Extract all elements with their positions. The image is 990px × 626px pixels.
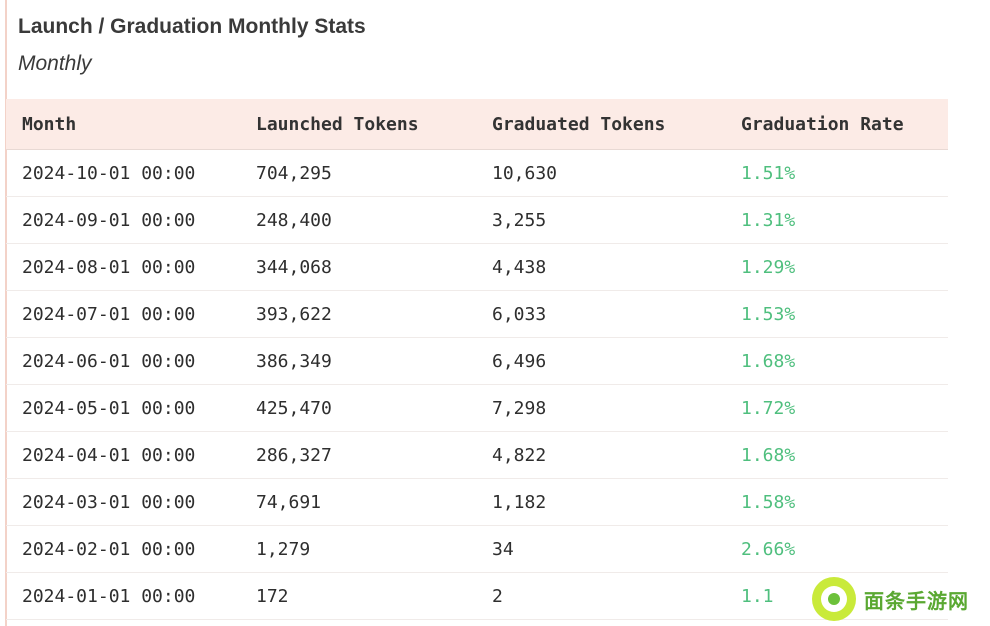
table-row: 2024-04-01 00:00 286,327 4,822 1.68% bbox=[6, 431, 948, 479]
cell-graduated-tokens: 6,033 bbox=[492, 290, 741, 338]
cell-graduated-tokens: 6,496 bbox=[492, 337, 741, 385]
table-row: 2024-09-01 00:00 248,400 3,255 1.31% bbox=[6, 196, 948, 244]
table-row: 2024-10-01 00:00 704,295 10,630 1.51% bbox=[6, 149, 948, 197]
cell-month: 2024-09-01 00:00 bbox=[6, 196, 256, 244]
cell-month: 2024-10-01 00:00 bbox=[6, 149, 256, 197]
table-header-row: Month Launched Tokens Graduated Tokens G… bbox=[6, 99, 948, 150]
table-row: 2024-01-01 00:00 172 2 1.1 bbox=[6, 572, 948, 620]
cell-graduation-rate: 1.68% bbox=[741, 337, 948, 385]
cell-month: 2024-01-01 00:00 bbox=[6, 572, 256, 620]
cell-launched-tokens: 248,400 bbox=[256, 196, 492, 244]
cell-graduated-tokens: 1,182 bbox=[492, 478, 741, 526]
table-row: 2024-03-01 00:00 74,691 1,182 1.58% bbox=[6, 478, 948, 526]
cell-launched-tokens: 704,295 bbox=[256, 149, 492, 197]
cell-launched-tokens: 172 bbox=[256, 572, 492, 620]
noodle-logo-icon bbox=[812, 577, 856, 621]
table-row: 2024-02-01 00:00 1,279 34 2.66% bbox=[6, 525, 948, 573]
cell-graduated-tokens: 4,438 bbox=[492, 243, 741, 291]
cell-launched-tokens: 344,068 bbox=[256, 243, 492, 291]
column-header-graduated-tokens[interactable]: Graduated Tokens bbox=[492, 99, 741, 150]
cell-launched-tokens: 286,327 bbox=[256, 431, 492, 479]
cell-launched-tokens: 1,279 bbox=[256, 525, 492, 573]
site-watermark: 面条手游网 bbox=[812, 576, 982, 622]
cell-month: 2024-04-01 00:00 bbox=[6, 431, 256, 479]
cell-month: 2024-03-01 00:00 bbox=[6, 478, 256, 526]
table-row: 2024-06-01 00:00 386,349 6,496 1.68% bbox=[6, 337, 948, 385]
table-header: Month Launched Tokens Graduated Tokens G… bbox=[6, 99, 948, 150]
cell-graduated-tokens: 3,255 bbox=[492, 196, 741, 244]
cell-graduated-tokens: 7,298 bbox=[492, 384, 741, 432]
table-body: 2024-10-01 00:00 704,295 10,630 1.51% 20… bbox=[6, 149, 948, 620]
cell-graduated-tokens: 4,822 bbox=[492, 431, 741, 479]
stats-table: Month Launched Tokens Graduated Tokens G… bbox=[6, 99, 948, 620]
column-header-graduation-rate[interactable]: Graduation Rate bbox=[741, 99, 948, 150]
cell-graduation-rate: 1.31% bbox=[741, 196, 948, 244]
cell-launched-tokens: 393,622 bbox=[256, 290, 492, 338]
cell-graduation-rate: 1.68% bbox=[741, 431, 948, 479]
column-header-month[interactable]: Month bbox=[6, 99, 256, 150]
cell-month: 2024-02-01 00:00 bbox=[6, 525, 256, 573]
cell-graduation-rate: 1.72% bbox=[741, 384, 948, 432]
cell-graduated-tokens: 34 bbox=[492, 525, 741, 573]
column-header-launched-tokens[interactable]: Launched Tokens bbox=[256, 99, 492, 150]
cell-graduated-tokens: 2 bbox=[492, 572, 741, 620]
cell-graduation-rate: 1.58% bbox=[741, 478, 948, 526]
cell-graduation-rate: 1.29% bbox=[741, 243, 948, 291]
cell-graduation-rate: 1.53% bbox=[741, 290, 948, 338]
table-row: 2024-08-01 00:00 344,068 4,438 1.29% bbox=[6, 243, 948, 291]
cell-launched-tokens: 386,349 bbox=[256, 337, 492, 385]
cell-graduation-rate: 1.51% bbox=[741, 149, 948, 197]
cell-graduated-tokens: 10,630 bbox=[492, 149, 741, 197]
cell-launched-tokens: 74,691 bbox=[256, 478, 492, 526]
panel-title: Launch / Graduation Monthly Stats bbox=[18, 15, 366, 38]
panel-subtitle: Monthly bbox=[18, 52, 92, 75]
cell-month: 2024-06-01 00:00 bbox=[6, 337, 256, 385]
cell-graduation-rate: 2.66% bbox=[741, 525, 948, 573]
cell-month: 2024-08-01 00:00 bbox=[6, 243, 256, 291]
cell-launched-tokens: 425,470 bbox=[256, 384, 492, 432]
cell-month: 2024-05-01 00:00 bbox=[6, 384, 256, 432]
table-row: 2024-05-01 00:00 425,470 7,298 1.72% bbox=[6, 384, 948, 432]
table-row: 2024-07-01 00:00 393,622 6,033 1.53% bbox=[6, 290, 948, 338]
cell-month: 2024-07-01 00:00 bbox=[6, 290, 256, 338]
watermark-text: 面条手游网 bbox=[864, 588, 969, 613]
